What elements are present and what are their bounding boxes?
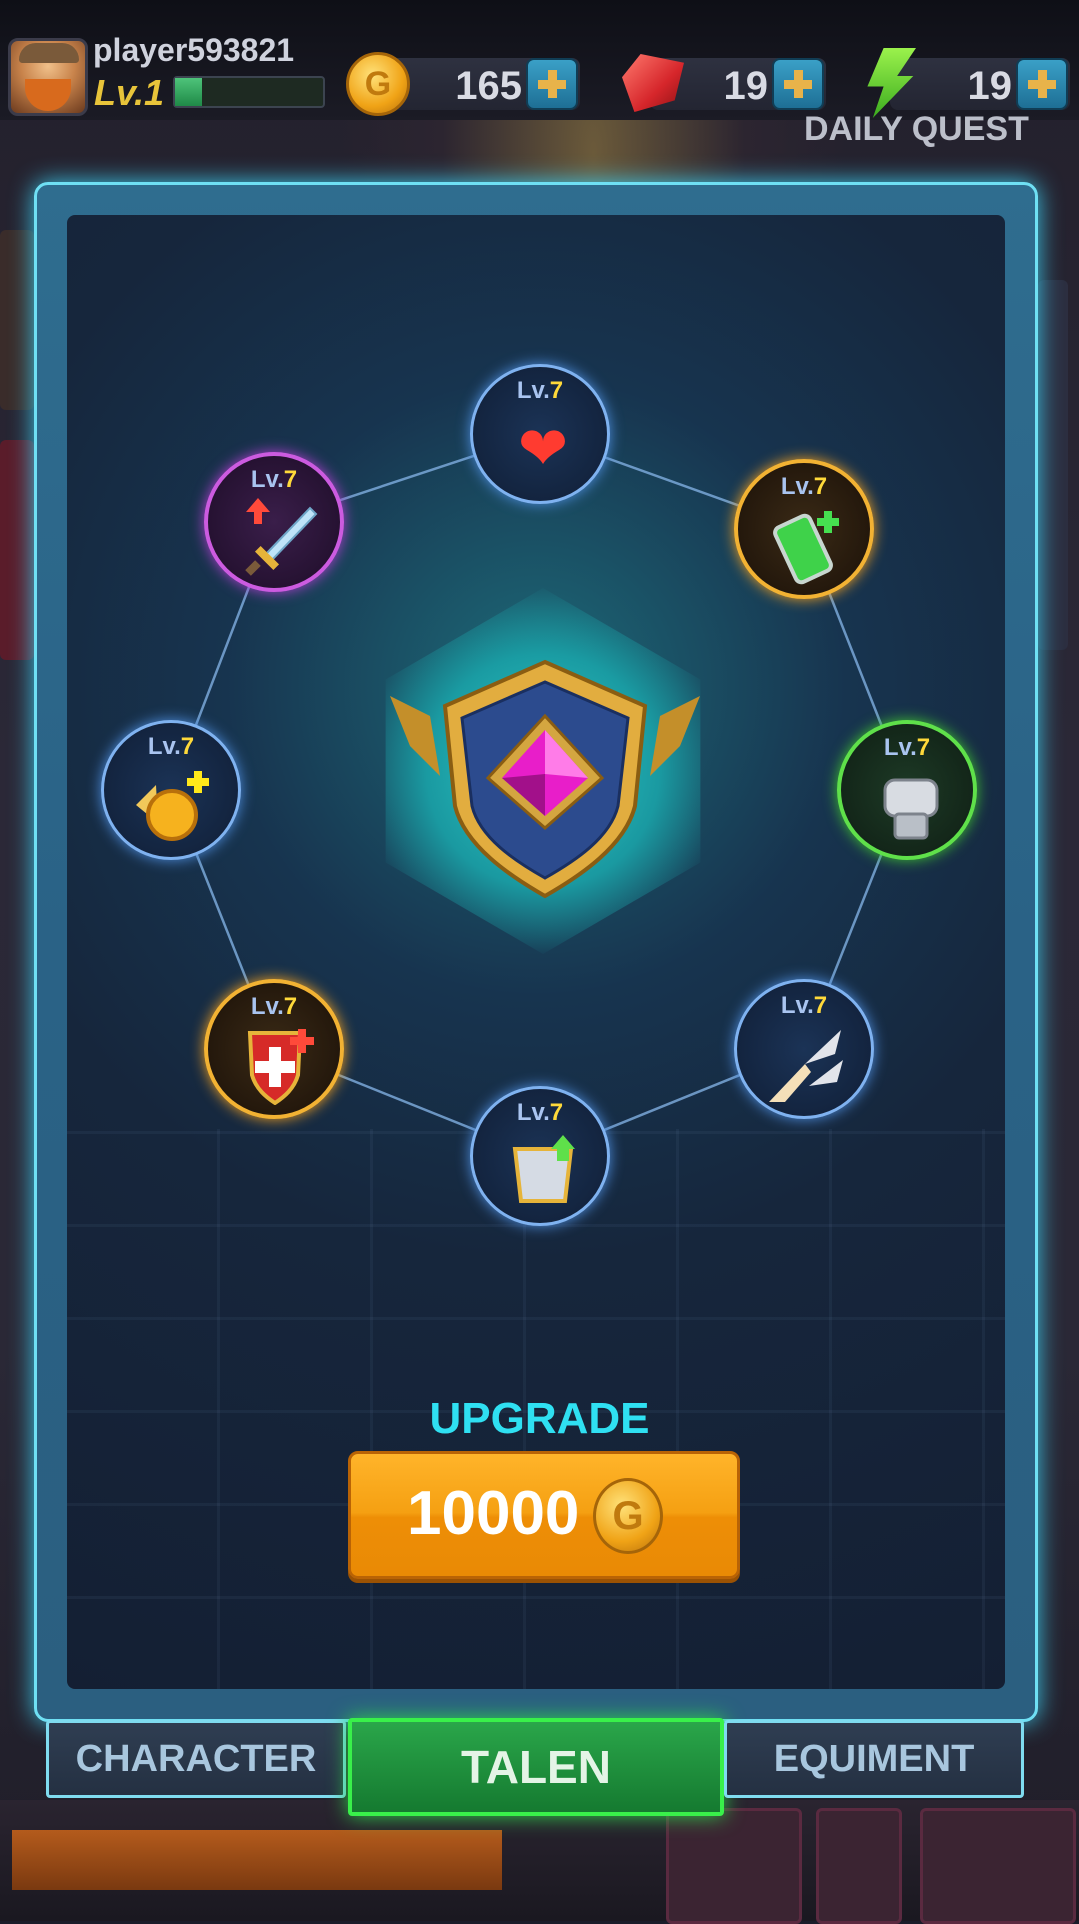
sword-icon-graphic (245, 498, 318, 576)
winged-coin-icon-graphic (136, 771, 209, 841)
talent-level-value: 7 (813, 473, 828, 500)
sword-icon (236, 498, 320, 578)
shield-cross-icon-graphic (247, 1029, 314, 1106)
talent-level-label: Lv.7 (738, 473, 870, 501)
bottom-scene-bar (12, 1830, 502, 1890)
talent-level-value: 7 (549, 1099, 564, 1126)
talent-level-label: Lv.7 (473, 1099, 607, 1127)
talent-node-battery[interactable]: Lv.7 (734, 459, 874, 599)
talent-connection-lines (169, 432, 909, 1158)
missile-icon (765, 1024, 849, 1104)
heart-icon: ❤ (517, 415, 569, 482)
talent-level-value: 7 (283, 466, 298, 493)
coin-icon: G (593, 1478, 663, 1554)
talent-level-prefix: Lv. (250, 993, 284, 1020)
talent-level-prefix: Lv. (883, 734, 917, 761)
talent-level-label: Lv.7 (208, 993, 340, 1021)
talent-level-label: Lv.7 (737, 992, 871, 1020)
fist-icon-graphic (883, 778, 939, 840)
shield-cross-icon (236, 1025, 320, 1106)
talent-level-prefix: Lv. (516, 377, 550, 404)
equipment-slot[interactable] (816, 1808, 902, 1924)
talent-node-coin[interactable]: Lv.7 (101, 720, 241, 860)
tab-equipment[interactable]: EQUIMENT (724, 1720, 1024, 1798)
talent-level-prefix: Lv. (780, 473, 814, 500)
talent-level-label: Lv.7 (208, 466, 340, 494)
talent-node-sword[interactable]: Lv.7 (204, 452, 344, 592)
tab-character[interactable]: CHARACTER (46, 1720, 346, 1798)
upgrade-label: UPGRADE (429, 1394, 650, 1443)
talent-level-prefix: Lv. (780, 992, 814, 1019)
winged-coin-icon (132, 765, 216, 845)
equipment-slot[interactable] (666, 1808, 802, 1924)
talent-node-fist[interactable]: Lv.7 (837, 720, 977, 860)
center-shield-emblem (390, 659, 700, 899)
talent-level-prefix: Lv. (516, 1099, 550, 1126)
coin-icon-symbol: G (612, 1494, 644, 1538)
armor-icon (501, 1131, 585, 1211)
talent-node-armor[interactable]: Lv.7 (470, 1086, 610, 1226)
upgrade-cost: 10000 (407, 1479, 580, 1548)
talent-level-value: 7 (813, 992, 828, 1019)
talent-level-label: Lv.7 (473, 377, 607, 405)
bottom-scene-strip (0, 1800, 1079, 1921)
fist-icon (869, 766, 953, 846)
battery-icon-graphic (773, 511, 839, 585)
battery-icon (766, 505, 850, 585)
armor-icon-graphic (512, 1135, 575, 1203)
equipment-slot[interactable] (920, 1808, 1076, 1924)
talent-level-value: 7 (180, 733, 195, 760)
talent-node-health[interactable]: Lv.7 ❤ (470, 364, 610, 504)
talent-level-label: Lv.7 (104, 733, 238, 761)
talent-level-value: 7 (916, 734, 931, 761)
tab-talent[interactable]: TALEN (348, 1718, 724, 1816)
talent-level-prefix: Lv. (250, 466, 284, 493)
talent-level-prefix: Lv. (147, 733, 181, 760)
talent-level-value: 7 (283, 993, 298, 1020)
talent-node-missile[interactable]: Lv.7 (734, 979, 874, 1119)
missile-icon-graphic (769, 1030, 843, 1102)
talent-level-value: 7 (549, 377, 564, 404)
upgrade-button[interactable]: 10000 G (348, 1451, 740, 1579)
talent-node-shield[interactable]: Lv.7 (204, 979, 344, 1119)
talent-level-label: Lv.7 (841, 734, 973, 762)
